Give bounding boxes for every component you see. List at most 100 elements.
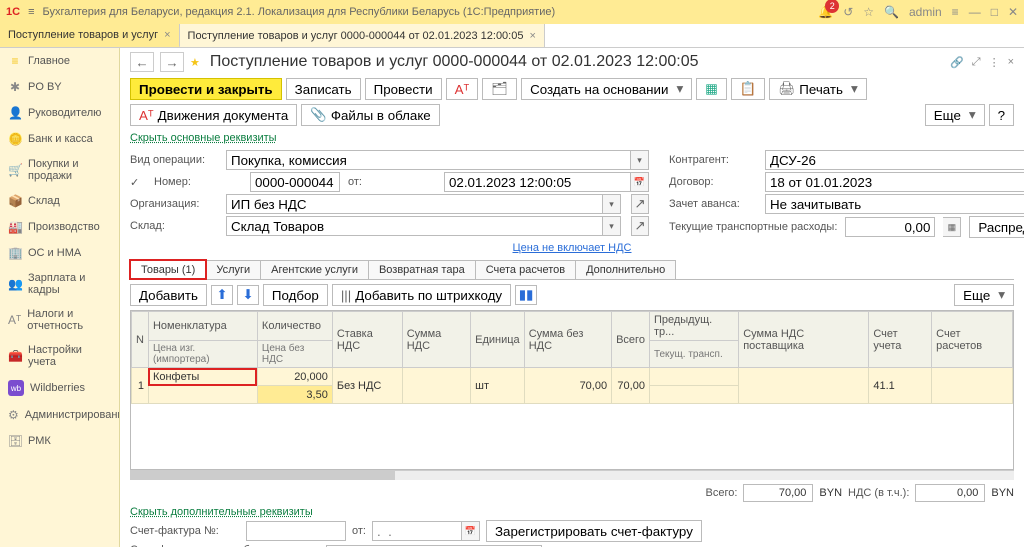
- col-sum-wo[interactable]: Сумма без НДС: [524, 312, 611, 368]
- col-nomen2[interactable]: Цена изг. (импортера): [148, 341, 257, 368]
- table-row[interactable]: 1 Конфеты 20,000 Без НДС шт 70,00 70,00 …: [132, 368, 1013, 386]
- cell-nomen[interactable]: Конфеты: [148, 368, 257, 386]
- cell-prev[interactable]: [649, 368, 738, 386]
- tab-services[interactable]: Услуги: [205, 260, 261, 279]
- history-icon[interactable]: ↺: [843, 5, 853, 19]
- price-note-link[interactable]: Цена не включает НДС: [513, 242, 632, 254]
- register-sf-button[interactable]: Зарегистрировать счет-фактуру: [486, 520, 702, 542]
- col-qty[interactable]: Количество: [257, 312, 332, 341]
- excel-button[interactable]: ▦: [696, 78, 727, 100]
- tab-accounts[interactable]: Счета расчетов: [475, 260, 576, 279]
- sidebar-item-salary[interactable]: 👥Зарплата и кадры: [0, 266, 119, 302]
- tab-extra[interactable]: Дополнительно: [575, 260, 676, 279]
- dropdown-icon[interactable]: ▾: [631, 150, 649, 170]
- tab-agent[interactable]: Агентские услуги: [260, 260, 369, 279]
- settings-icon[interactable]: ≡: [952, 5, 959, 19]
- org-field[interactable]: [226, 194, 603, 214]
- cell-qty[interactable]: 20,000: [257, 368, 332, 386]
- tbl-more-button[interactable]: Еще: [954, 284, 1014, 306]
- h-scrollbar[interactable]: [130, 470, 1014, 480]
- date-field[interactable]: [444, 172, 631, 192]
- tab-close-icon[interactable]: ×: [529, 30, 535, 42]
- cell-vat-supplier[interactable]: [739, 368, 869, 404]
- minimize-icon[interactable]: —: [969, 5, 981, 19]
- col-account[interactable]: Счет учета: [869, 312, 932, 368]
- cell-price[interactable]: 3,50: [257, 386, 332, 404]
- dropdown-icon[interactable]: ▾: [603, 216, 621, 236]
- warehouse-field[interactable]: [226, 216, 603, 236]
- tab-close-icon[interactable]: ×: [164, 29, 170, 41]
- cell-vat-sum[interactable]: [402, 368, 470, 404]
- col-prev2[interactable]: Текущ. трансп.: [649, 341, 738, 368]
- cell-sum-wo[interactable]: 70,00: [524, 368, 611, 404]
- sidebar-item-main[interactable]: ≡Главное: [0, 48, 119, 74]
- sidebar-item-taxes[interactable]: АᵀНалоги и отчетность: [0, 302, 119, 338]
- link-icon[interactable]: 🔗: [950, 56, 964, 69]
- sidebar-item-admin[interactable]: ⚙Администрирование: [0, 402, 119, 428]
- move-down-button[interactable]: ⬇: [237, 285, 259, 305]
- move-up-button[interactable]: ⬆: [211, 285, 233, 305]
- sidebar-item-manager[interactable]: 👤Руководителю: [0, 100, 119, 126]
- sidebar-item-settings[interactable]: 🧰Настройки учета: [0, 338, 119, 374]
- cell-total[interactable]: 70,00: [612, 368, 650, 404]
- favorite-icon[interactable]: ★: [190, 56, 200, 69]
- close-icon[interactable]: ✕: [1008, 5, 1018, 19]
- post-button[interactable]: Провести: [365, 78, 442, 100]
- tab-goods[interactable]: Товары (1): [130, 260, 206, 279]
- cell-nomen2[interactable]: [148, 386, 257, 404]
- hide-main-link[interactable]: Скрыть основные реквизиты: [130, 132, 277, 144]
- col-prev[interactable]: Предыдущ. тр...: [649, 312, 738, 341]
- sidebar-item-sales[interactable]: 🛒Покупки и продажи: [0, 152, 119, 188]
- help-button[interactable]: ?: [989, 104, 1014, 126]
- star-icon[interactable]: ☆: [863, 5, 874, 19]
- barcode-button[interactable]: |||Добавить по штрихкоду: [332, 284, 511, 306]
- tab-receipts-list[interactable]: Поступление товаров и услуг×: [0, 24, 180, 47]
- pick-button[interactable]: Подбор: [263, 284, 328, 306]
- hide-extra-link[interactable]: Скрыть дополнительные реквизиты: [130, 506, 313, 518]
- col-vat-sum[interactable]: Сумма НДС: [402, 312, 470, 368]
- transport-field[interactable]: [845, 217, 935, 237]
- sidebar-item-bank[interactable]: 🪙Банк и касса: [0, 126, 119, 152]
- copy-button[interactable]: 📋: [731, 78, 766, 100]
- sidebar-item-rmk[interactable]: 🗄РМК: [0, 428, 119, 454]
- cell-prev2[interactable]: [649, 386, 738, 404]
- post-close-button[interactable]: Провести и закрыть: [130, 78, 282, 100]
- counterparty-field[interactable]: [765, 150, 1024, 170]
- nav-fwd-button[interactable]: →: [160, 52, 184, 72]
- nav-back-button[interactable]: ←: [130, 52, 154, 72]
- col-n[interactable]: N: [132, 312, 149, 368]
- calendar-icon[interactable]: 📅: [631, 172, 649, 192]
- tab-tare[interactable]: Возвратная тара: [368, 260, 476, 279]
- cell-unit[interactable]: шт: [471, 368, 525, 404]
- maximize-icon[interactable]: □: [991, 5, 998, 19]
- calendar-icon[interactable]: 📅: [462, 521, 480, 541]
- sf-date-field[interactable]: [372, 521, 462, 541]
- cell-settle[interactable]: [932, 368, 1013, 404]
- search-icon[interactable]: 🔍: [884, 5, 899, 19]
- bell-icon[interactable]: 🔔2: [818, 5, 833, 19]
- contract-field[interactable]: [765, 172, 1024, 192]
- calc-icon[interactable]: ▦: [943, 217, 961, 237]
- col-qty2[interactable]: Цена без НДС: [257, 341, 332, 368]
- operation-type-field[interactable]: [226, 150, 631, 170]
- sidebar-item-assets[interactable]: 🏢ОС и НМА: [0, 240, 119, 266]
- sidebar-item-production[interactable]: 🏭Производство: [0, 214, 119, 240]
- user-label[interactable]: admin: [909, 5, 942, 19]
- more-icon[interactable]: ⋮: [989, 56, 1000, 69]
- col-nomen[interactable]: Номенклатура: [148, 312, 257, 341]
- dt-kt-button[interactable]: Аᵀ: [446, 78, 479, 100]
- tab-receipt-doc[interactable]: Поступление товаров и услуг 0000-000044 …: [180, 24, 545, 47]
- print-button[interactable]: 🖨Печать: [769, 78, 866, 100]
- add-row-button[interactable]: Добавить: [130, 284, 207, 306]
- col-vat-supplier[interactable]: Сумма НДС поставщика: [739, 312, 869, 368]
- expand-icon[interactable]: ⤢: [972, 56, 981, 69]
- sidebar-item-wildberries[interactable]: wbWildberries: [0, 374, 119, 402]
- col-total[interactable]: Всего: [612, 312, 650, 368]
- col-vat-rate[interactable]: Ставка НДС: [332, 312, 402, 368]
- structure-button[interactable]: 🗂: [482, 78, 517, 100]
- movements-button[interactable]: АᵀДвижения документа: [130, 104, 297, 126]
- scan-button[interactable]: ▮▮: [515, 285, 537, 305]
- sidebar-item-warehouse[interactable]: 📦Склад: [0, 188, 119, 214]
- sidebar-item-poby[interactable]: ✱PO BY: [0, 74, 119, 100]
- cell-n[interactable]: 1: [132, 368, 149, 404]
